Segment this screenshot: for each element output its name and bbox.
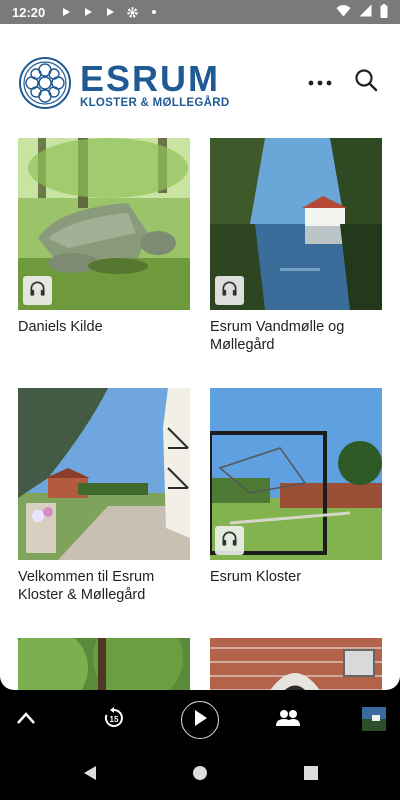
headphones-icon	[221, 280, 238, 302]
system-navigation-bar	[0, 750, 400, 800]
story-image-frame-installation	[210, 388, 382, 560]
battery-icon	[380, 3, 388, 21]
story-card[interactable]: Velkommen til Esrum Kloster & Møllegård	[18, 388, 190, 604]
audio-badge	[23, 276, 52, 305]
dot-icon	[147, 5, 161, 19]
play-icon	[81, 5, 95, 19]
now-playing-thumbnail[interactable]	[362, 707, 386, 731]
story-image-watermill	[210, 138, 382, 310]
recents-icon	[304, 765, 318, 785]
headphones-icon	[221, 530, 238, 552]
audio-badge	[215, 526, 244, 555]
home-icon	[192, 765, 208, 786]
audio-badge	[215, 276, 244, 305]
more-icon	[308, 73, 332, 91]
story-card[interactable]: Daniels Kilde	[18, 138, 190, 336]
story-title: Esrum Kloster	[210, 569, 302, 585]
story-card[interactable]: Esrum Kloster	[210, 388, 382, 586]
story-card[interactable]	[210, 638, 382, 690]
settings-icon	[125, 5, 139, 19]
chevron-up-icon	[16, 711, 36, 730]
play-button[interactable]	[181, 701, 219, 739]
expand-player-button[interactable]	[14, 708, 38, 732]
more-options-button[interactable]	[306, 68, 334, 96]
audio-player-bar: 15	[0, 690, 400, 750]
signal-icon	[359, 4, 372, 20]
app-header: ESRUM KLOSTER & MØLLEGÅRD	[0, 24, 400, 124]
replay-15-button[interactable]: 15	[100, 706, 128, 734]
story-card[interactable]: Esrum Vandmølle og Møllegård	[210, 138, 382, 354]
replay-seconds-label: 15	[110, 715, 119, 724]
story-title: Esrum Vandmølle og Møllegård	[210, 319, 345, 353]
wifi-icon	[336, 4, 351, 20]
search-icon	[354, 68, 378, 97]
status-bar: 12:20	[0, 0, 400, 24]
replay-15-icon: 15	[103, 706, 125, 734]
story-image-forest-stone	[18, 138, 190, 310]
group-button[interactable]	[275, 707, 301, 733]
headphones-icon	[29, 280, 46, 302]
logo[interactable]: ESRUM KLOSTER & MØLLEGÅRD	[18, 56, 229, 115]
play-icon	[192, 709, 208, 732]
story-title: Velkommen til Esrum Kloster & Møllegård	[18, 569, 155, 603]
story-image-courtyard	[18, 388, 190, 560]
status-time: 12:20	[12, 4, 46, 20]
app-content: ESRUM KLOSTER & MØLLEGÅRD Daniels Kilde …	[0, 24, 400, 690]
logo-subtitle: KLOSTER & MØLLEGÅRD	[80, 96, 230, 109]
story-card[interactable]	[18, 638, 190, 690]
story-image-trees	[18, 638, 190, 690]
search-button[interactable]	[352, 68, 380, 96]
home-button[interactable]	[189, 764, 211, 786]
story-title: Daniels Kilde	[18, 319, 103, 335]
play-icon	[103, 5, 117, 19]
back-button[interactable]	[79, 764, 101, 786]
logo-title: ESRUM	[80, 57, 221, 99]
recents-button[interactable]	[300, 764, 322, 786]
logo-emblem-icon	[18, 56, 72, 115]
group-icon	[276, 709, 300, 732]
story-image-brick-arch	[210, 638, 382, 690]
back-icon	[83, 765, 97, 786]
play-icon	[59, 5, 73, 19]
